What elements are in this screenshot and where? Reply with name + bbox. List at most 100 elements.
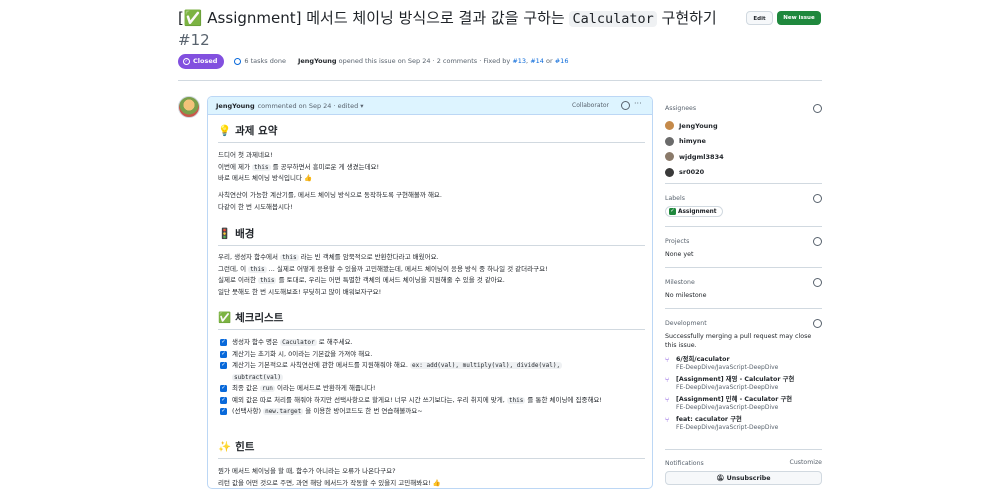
- checkbox[interactable]: ✓: [220, 396, 227, 404]
- checkbox[interactable]: ✓: [220, 339, 227, 346]
- kebab-menu-icon[interactable]: ···: [634, 99, 642, 108]
- opened-text: opened this issue on Sep 24 · 2 comments…: [338, 57, 511, 65]
- milestone-section: Milestone No milestone: [665, 278, 822, 300]
- checklist-title: 체크리스트: [235, 312, 284, 324]
- branch-icon: ⑂: [665, 356, 670, 364]
- new-issue-button[interactable]: New issue: [777, 11, 821, 25]
- gear-icon[interactable]: [813, 278, 822, 287]
- unsubscribe-button[interactable]: 🔕︎ Unsubscribe: [665, 471, 822, 485]
- issue-comment: JengYoung commented on Sep 24 · edited ▾…: [207, 96, 653, 489]
- text-span: 그런데, 이: [218, 264, 247, 273]
- linked-pr-repo: FE-DeepDive/JavaScript-DeepDive: [676, 384, 779, 391]
- avatar: [665, 136, 674, 146]
- gear-icon[interactable]: [813, 237, 822, 246]
- fixed-or: or: [546, 57, 553, 65]
- avatar: [665, 121, 674, 131]
- text-span: 생성자 함수 명은: [232, 338, 278, 346]
- checkbox[interactable]: ✓: [220, 350, 227, 358]
- background-heading: 🚦 배경: [218, 226, 254, 241]
- tasks-progress[interactable]: 6 tasks done: [234, 57, 286, 65]
- checkbox[interactable]: ✓: [220, 385, 227, 392]
- merged-pr-icon: ⑂: [665, 396, 670, 404]
- labels-title: Labels: [665, 195, 685, 202]
- fixed-by-link-13[interactable]: #13: [512, 57, 526, 65]
- linked-pr[interactable]: ⑂ [Assignment] 재영 - Calculator 구현 FE-Deep…: [665, 376, 822, 392]
- customize-link[interactable]: Customize: [790, 459, 822, 466]
- comment-time[interactable]: commented on Sep 24 · edited ▾: [258, 102, 364, 110]
- linked-pr-repo: FE-DeepDive/JavaScript-DeepDive: [676, 404, 779, 411]
- inline-code: subtract(val): [232, 373, 283, 381]
- check-circle-icon: ✓: [183, 57, 190, 65]
- gear-icon[interactable]: [813, 194, 822, 203]
- avatar[interactable]: [178, 96, 200, 118]
- linked-pr-title: 6/정희/caculator: [676, 356, 730, 363]
- linked-pr-info: feat: caculator 구현 FE-DeepDive/JavaScript…: [676, 416, 778, 432]
- traffic-light-icon: 🚦: [218, 228, 232, 240]
- fixed-by-link-14[interactable]: #14: [530, 57, 544, 65]
- checkbox[interactable]: ✓: [220, 362, 227, 369]
- assignee-item[interactable]: wjdgml3834: [665, 149, 822, 165]
- heading-divider: [218, 458, 645, 459]
- issue-title-suffix: 구현하기: [661, 9, 717, 27]
- task-item: ✓ (선택사항) new.target 을 이용한 방어코드도 한 번 연습해볼…: [220, 406, 640, 418]
- fixed-by-link-16[interactable]: #16: [555, 57, 569, 65]
- projects-title: Projects: [665, 238, 690, 245]
- gear-icon[interactable]: [813, 104, 822, 113]
- labels-section: Labels ✓ Assignment: [665, 194, 822, 217]
- text-span: 를 공부하면서 흥미로운 게 생겼는데요!: [272, 162, 380, 171]
- text-span: 우리, 생성자 함수에서: [218, 253, 279, 261]
- status-label: Closed: [193, 57, 218, 65]
- linked-pr-repo: FE-DeepDive/JavaScript-DeepDive: [676, 364, 779, 371]
- linked-pr-title: feat: caculator 구현: [676, 416, 742, 423]
- task-text: 생성자 함수 명은 Caculator 로 해주세요.: [232, 337, 353, 349]
- gear-icon[interactable]: [813, 319, 822, 328]
- hint-title: 힌트: [235, 441, 255, 453]
- milestone-title: Milestone: [665, 279, 695, 286]
- label-name: Assignment: [678, 208, 717, 215]
- assignee-item[interactable]: sr0020: [665, 165, 822, 181]
- issue-title: [✅ Assignment] 메서드 체이닝 방식으로 결과 값을 구하는 Ca…: [178, 8, 748, 51]
- hint-heading: ✨ 힌트: [218, 439, 254, 454]
- sidebar-divider: [665, 267, 822, 268]
- sidebar-divider: [665, 308, 822, 309]
- text-span: 로 해주세요.: [318, 338, 353, 346]
- linked-pr[interactable]: ⑂ [Assignment] 민혜 - Caculator 구현 FE-DeepD…: [665, 396, 822, 412]
- inline-code: this: [280, 254, 299, 261]
- summary-paragraph: 드디어 첫 과제네요! 이번에 제가 this 를 공부하면서 흥미로운 게 생…: [218, 150, 638, 185]
- text-line: 이번에 제가 this 를 공부하면서 흥미로운 게 생겼는데요!: [218, 162, 638, 174]
- author-link[interactable]: JengYoung: [298, 57, 337, 65]
- edit-button[interactable]: Edit: [746, 11, 773, 25]
- text-span: 를 통한 체이닝에 집중해요!: [527, 395, 603, 404]
- issue-number: #12: [178, 31, 210, 49]
- assignee-item[interactable]: JengYoung: [665, 118, 822, 134]
- task-text: 예외 값은 따로 처리를 해줘야 하지만 선택사항으로 할게요! 너무 시간 쓰…: [232, 395, 602, 407]
- task-list: ✓ 생성자 함수 명은 Caculator 로 해주세요. ✓ 계산기는 초기화…: [220, 337, 640, 418]
- summary-heading: 💡 과제 요약: [218, 123, 277, 138]
- assignee-name: sr0020: [679, 168, 705, 177]
- comment-author[interactable]: JengYoung: [216, 102, 255, 110]
- label-chip[interactable]: ✓ Assignment: [665, 206, 723, 217]
- sidebar-divider: [665, 183, 822, 184]
- checkbox[interactable]: ✓: [220, 408, 227, 415]
- milestone-value: No milestone: [665, 292, 707, 299]
- task-item: ✓ 계산기는 기본적으로 사칙연산에 관한 메서드를 지원해줘야 해요. ex:…: [220, 360, 640, 383]
- unsubscribe-label: Unsubscribe: [726, 475, 771, 482]
- inline-code: this: [258, 277, 277, 284]
- comment-header: JengYoung commented on Sep 24 · edited ▾…: [208, 97, 652, 115]
- text-span: 예외 값은 따로 처리를 해줘야 하지만 선택사항으로 할게요! 너무 시간 쓰…: [232, 395, 505, 404]
- assignee-list: JengYoung himyne wjdgml3834 sr0020: [665, 118, 822, 180]
- text-line: 그런데, 이 this ... 실제로 어떻게 응용할 수 있을까 고민해봤는데…: [218, 264, 638, 276]
- linked-pr-repo: FE-DeepDive/JavaScript-DeepDive: [676, 424, 779, 431]
- text-line: 바로 메서드 체이닝 방식입니다 👍: [218, 174, 313, 182]
- assignee-item[interactable]: himyne: [665, 134, 822, 150]
- linked-pr[interactable]: ⑂ 6/정희/caculator FE-DeepDive/JavaScript-D…: [665, 356, 822, 372]
- status-badge: ✓ Closed: [178, 53, 225, 69]
- linked-pr[interactable]: ⑂ feat: caculator 구현 FE-DeepDive/JavaScri…: [665, 416, 822, 432]
- text-line: 뭔가 메서드 체이닝을 할 때, 함수가 아니라는 오류가 나온다구요?: [218, 467, 396, 475]
- bell-slash-icon: 🔕︎: [716, 475, 725, 482]
- text-span: ... 실제로 어떻게 응용할 수 있을까 고민해봤는데, 메서드 체이닝이 응…: [268, 264, 548, 273]
- task-text: (선택사항) new.target 을 이용한 방어코드도 한 번 연습해볼까요…: [232, 406, 423, 418]
- smiley-icon[interactable]: [621, 101, 630, 110]
- inline-code: this: [248, 265, 267, 273]
- background-paragraph: 우리, 생성자 함수에서 this 라는 빈 객체를 암묵적으로 반환한다라고 …: [218, 252, 638, 298]
